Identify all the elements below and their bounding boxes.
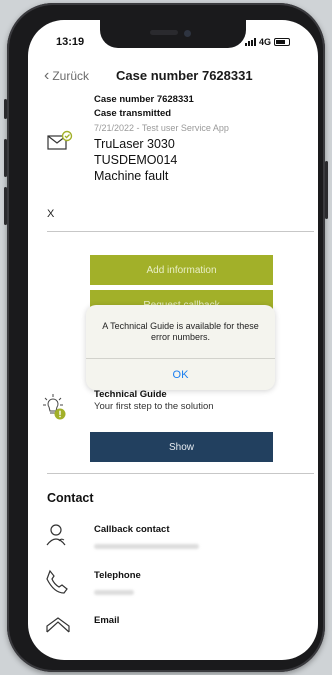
front-camera [184, 30, 191, 37]
mute-switch [4, 99, 7, 119]
volume-up-button [4, 139, 7, 177]
alert-dialog: A Technical Guide is available for these… [86, 305, 275, 390]
phone-icon [45, 569, 69, 600]
technical-guide-title: Technical Guide [94, 389, 167, 400]
x-mark: X [47, 208, 55, 220]
phone-frame: 13:19 4G ‹ Zurück Case number 7628331 Ca… [4, 3, 328, 672]
alert-message: A Technical Guide is available for these… [102, 321, 259, 342]
status-time: 13:19 [56, 36, 85, 48]
divider [47, 231, 314, 232]
message-sent-icon [47, 130, 73, 157]
back-button[interactable]: ‹ Zurück [44, 67, 90, 84]
case-issue: Machine fault [94, 169, 169, 183]
app-screen: 13:19 4G ‹ Zurück Case number 7628331 Ca… [28, 20, 318, 660]
envelope-icon [45, 614, 71, 639]
page-title: Case number 7628331 [116, 68, 253, 83]
callback-contact-label: Callback contact [94, 524, 170, 535]
alert-ok-button[interactable]: OK [86, 359, 275, 390]
redacted-contact [94, 544, 199, 549]
case-status: Case transmitted [94, 108, 172, 119]
notch [100, 20, 246, 48]
power-button [325, 161, 328, 219]
divider [47, 473, 314, 474]
contact-section-title: Contact [47, 491, 94, 505]
technical-guide-subtitle: Your first step to the solution [94, 401, 214, 412]
navigation-bar: ‹ Zurück Case number 7628331 [28, 65, 318, 89]
volume-down-button [4, 187, 7, 225]
network-type: 4G [258, 37, 271, 47]
email-label: Email [94, 615, 120, 626]
show-technical-guide-button[interactable]: Show [90, 432, 273, 462]
person-icon [45, 523, 71, 552]
chevron-left-icon: ‹ [44, 67, 50, 84]
speaker [150, 30, 178, 35]
lightbulb-icon [42, 392, 70, 427]
telephone-label: Telephone [94, 570, 141, 581]
machine-serial: TUSDEMO014 [94, 153, 178, 167]
redacted-telephone [94, 590, 134, 595]
back-label: Zurück [52, 69, 90, 83]
case-meta: 7/21/2022 - Test user Service App [94, 123, 229, 133]
status-indicators: 4G [244, 37, 290, 47]
case-number: Case number 7628331 [94, 94, 194, 105]
machine-name: TruLaser 3030 [94, 137, 175, 151]
add-information-button[interactable]: Add information [90, 255, 273, 285]
battery-icon [274, 38, 290, 46]
signal-icon [244, 38, 256, 46]
